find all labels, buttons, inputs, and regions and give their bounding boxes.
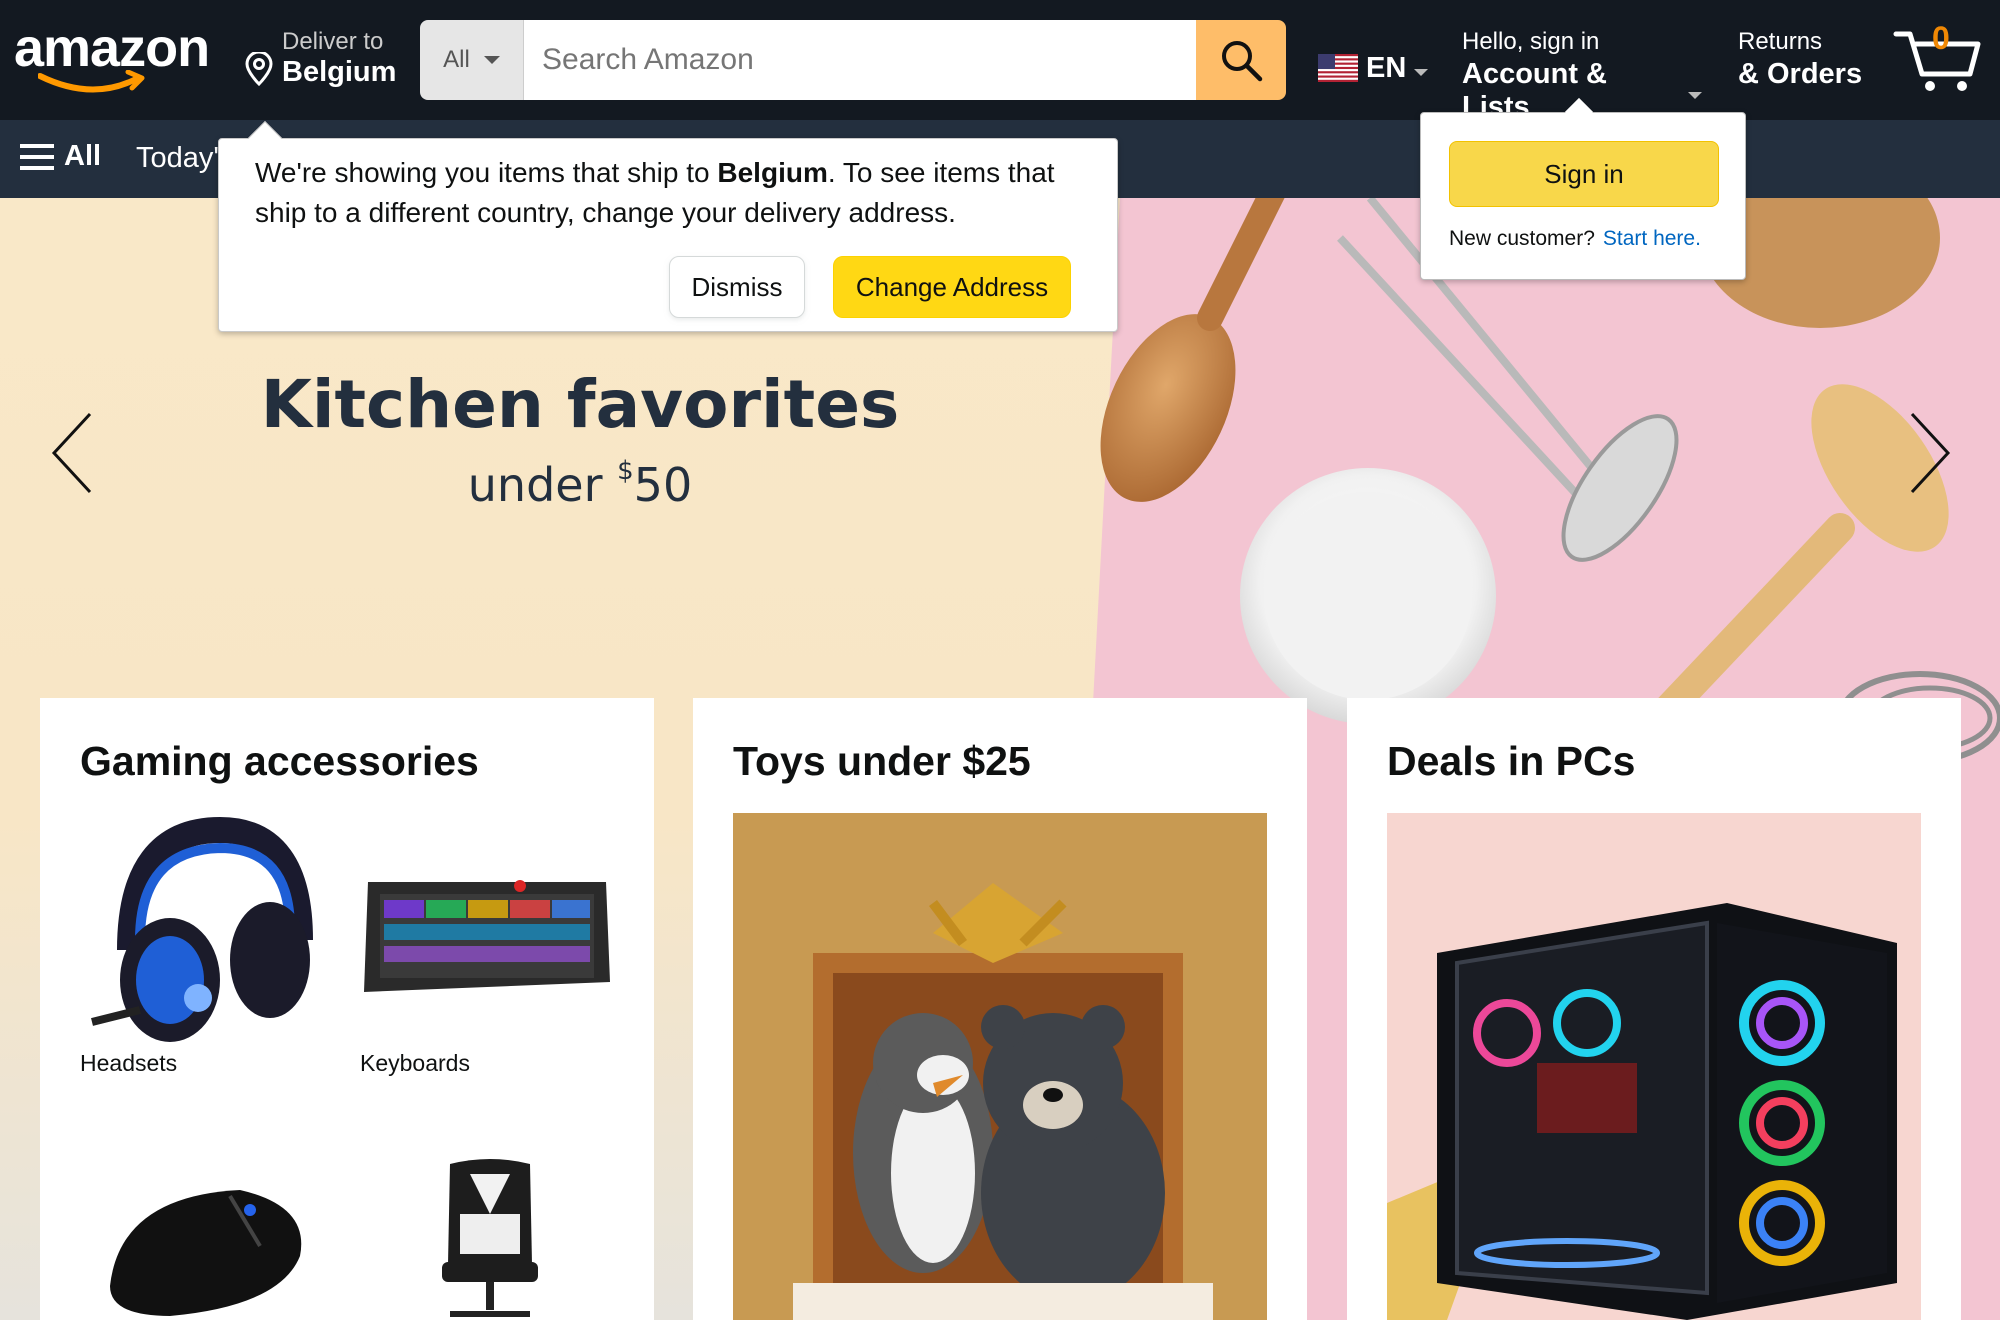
hero-subtitle-prefix: under bbox=[467, 458, 618, 512]
keyboard-image[interactable] bbox=[360, 862, 614, 1006]
mouse-image[interactable] bbox=[90, 1176, 320, 1320]
card-gaming-accessories: Gaming accessories Headsets Keyboards bbox=[40, 698, 654, 1320]
logo-text: amazon bbox=[14, 18, 210, 78]
card-title[interactable]: Toys under $25 bbox=[733, 738, 1031, 785]
delivery-location-popover: We're showing you items that ship to Bel… bbox=[218, 121, 1118, 332]
plush-toys-gift-box-image[interactable] bbox=[733, 813, 1267, 1320]
start-here-link[interactable]: Start here. bbox=[1603, 227, 1701, 250]
card-deals-in-pcs: Deals in PCs bbox=[1347, 698, 1961, 1320]
top-navigation: amazon Deliver to Belgium All Search Ama… bbox=[0, 0, 2000, 123]
deliver-to-location[interactable]: Deliver to Belgium bbox=[244, 28, 404, 94]
hero-currency: $ bbox=[617, 456, 634, 486]
search-bar: All bbox=[420, 20, 1286, 100]
search-category-label: All bbox=[443, 46, 470, 73]
deliver-country: Belgium bbox=[282, 56, 397, 88]
gaming-chair-image[interactable] bbox=[420, 1154, 560, 1320]
popover-message: We're showing you items that ship to Bel… bbox=[255, 153, 1095, 233]
amazon-logo[interactable]: amazon bbox=[14, 18, 214, 98]
new-customer-text: New customer? bbox=[1449, 227, 1595, 250]
cart-count: 0 bbox=[1932, 20, 1950, 56]
search-category-dropdown[interactable]: All bbox=[420, 20, 524, 100]
caret-down-icon bbox=[1414, 68, 1429, 76]
language-code: EN bbox=[1366, 51, 1407, 84]
returns-label: Returns bbox=[1738, 28, 1823, 55]
card-toys-under-25: Toys under $25 bbox=[693, 698, 1307, 1320]
card-title[interactable]: Deals in PCs bbox=[1387, 738, 1635, 785]
us-flag-icon bbox=[1318, 54, 1358, 82]
message-country: Belgium bbox=[717, 157, 828, 188]
headsets-label[interactable]: Headsets bbox=[80, 1050, 177, 1077]
returns-and-orders[interactable]: Returns & Orders bbox=[1738, 28, 1868, 94]
orders-label: & Orders bbox=[1738, 58, 1863, 90]
deliver-label: Deliver to bbox=[282, 28, 384, 55]
sign-in-flyout: Sign in New customer? Start here. bbox=[1420, 97, 1746, 280]
message-text-before: We're showing you items that ship to bbox=[255, 157, 718, 188]
all-menu-label: All bbox=[64, 140, 102, 172]
language-selector[interactable]: EN bbox=[1318, 48, 1429, 88]
change-address-button[interactable]: Change Address bbox=[833, 256, 1071, 318]
search-input[interactable] bbox=[524, 20, 1196, 100]
keyboards-label[interactable]: Keyboards bbox=[360, 1050, 470, 1077]
account-and-lists[interactable]: Hello, sign in Account & Lists bbox=[1462, 28, 1702, 123]
dismiss-button[interactable]: Dismiss bbox=[669, 256, 805, 318]
hamburger-menu-icon bbox=[20, 143, 54, 170]
card-title[interactable]: Gaming accessories bbox=[80, 738, 479, 785]
headset-image[interactable] bbox=[80, 810, 320, 1046]
sign-in-button[interactable]: Sign in bbox=[1449, 141, 1719, 207]
all-menu-button[interactable]: All bbox=[20, 140, 101, 173]
hero-title: Kitchen favorites bbox=[260, 366, 900, 443]
caret-down-icon bbox=[483, 56, 500, 64]
carousel-prev-button[interactable] bbox=[44, 408, 104, 498]
search-button[interactable] bbox=[1196, 20, 1286, 100]
caret-down-icon bbox=[1688, 91, 1702, 99]
hero-amount: 50 bbox=[633, 458, 693, 512]
smile-arrow-icon bbox=[38, 70, 145, 93]
gaming-pc-image[interactable] bbox=[1387, 813, 1921, 1320]
carousel-next-button[interactable] bbox=[1898, 408, 1958, 498]
location-pin-icon bbox=[245, 52, 273, 86]
account-greeting: Hello, sign in bbox=[1462, 28, 1600, 55]
cart-button[interactable]: 0 bbox=[1892, 20, 1984, 96]
search-icon bbox=[1222, 41, 1263, 82]
hero-subtitle: under $50 bbox=[200, 456, 960, 512]
new-customer-prompt: New customer? Start here. bbox=[1449, 227, 1701, 251]
